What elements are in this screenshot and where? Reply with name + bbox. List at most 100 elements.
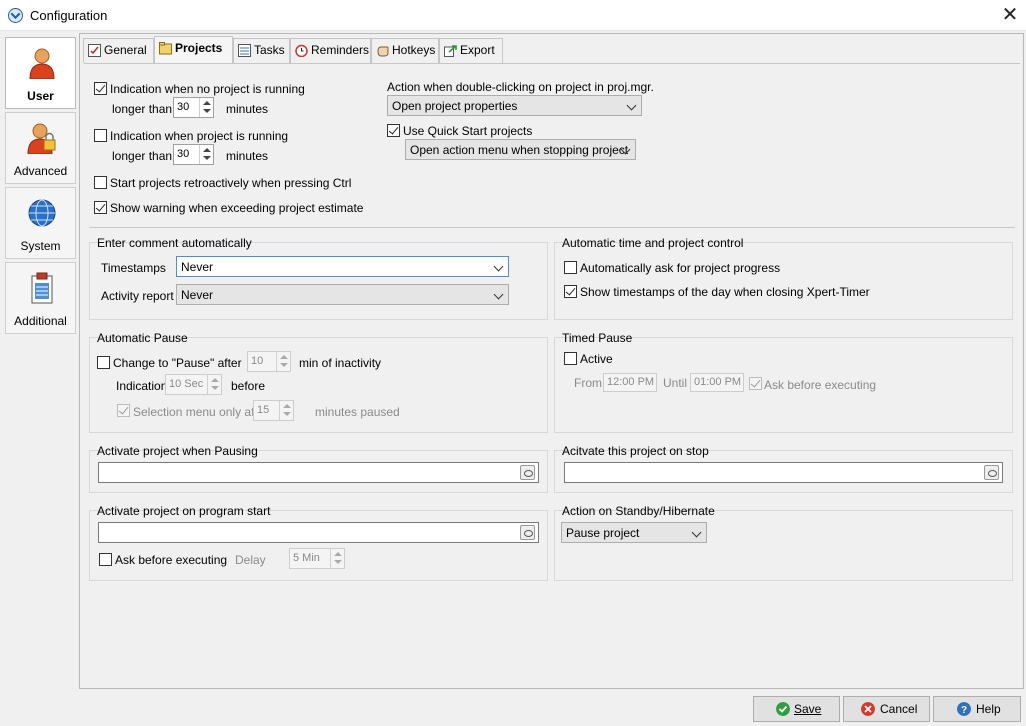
spinner-arrows-icon[interactable] bbox=[279, 401, 293, 420]
tab-label: Reminders bbox=[311, 43, 370, 57]
standby-group-title: Action on Standby/Hibernate bbox=[562, 504, 715, 518]
cancel-button[interactable]: Cancel bbox=[843, 696, 930, 722]
sidebar-item-label: System bbox=[20, 239, 61, 253]
spinner-arrows-icon[interactable] bbox=[276, 352, 290, 371]
spinner-value: 15 bbox=[257, 404, 270, 416]
sidebar-item-additional[interactable]: Additional bbox=[5, 262, 76, 334]
timed-ask-checkbox[interactable] bbox=[749, 377, 762, 390]
selection-menu-label: Selection menu only after bbox=[133, 405, 269, 419]
quick-start-checkbox[interactable] bbox=[387, 124, 400, 137]
spinner-value: 10 Sec bbox=[169, 378, 204, 390]
spinner-arrows-icon[interactable] bbox=[330, 549, 344, 568]
quick-start-dropdown[interactable]: Open action menu when stopping project bbox=[405, 139, 636, 160]
from-time-field[interactable]: 12:00 PM bbox=[603, 373, 657, 392]
tab-general[interactable]: General bbox=[83, 38, 154, 63]
selection-menu-checkbox[interactable] bbox=[117, 404, 130, 417]
help-label: Help bbox=[976, 702, 1001, 716]
dropdown-value: Open action menu when stopping project bbox=[410, 143, 629, 157]
dropdown-value: Never bbox=[181, 288, 214, 302]
tasks-icon bbox=[238, 44, 251, 57]
timed-pause-active-checkbox[interactable] bbox=[564, 352, 577, 365]
program-start-group bbox=[89, 510, 548, 581]
change-to-pause-checkbox[interactable] bbox=[97, 356, 110, 369]
delay-spinner[interactable]: 5 Min bbox=[289, 548, 345, 569]
program-start-group-title: Activate project on program start bbox=[97, 504, 271, 518]
activity-report-dropdown[interactable]: Never bbox=[176, 284, 509, 305]
no-project-minutes-spinner[interactable]: 30 bbox=[173, 97, 214, 118]
chevron-down-icon bbox=[691, 527, 702, 538]
stop-project-field[interactable] bbox=[564, 462, 1003, 483]
ask-progress-checkbox[interactable] bbox=[564, 261, 577, 274]
exceed-warning-checkbox[interactable] bbox=[94, 201, 107, 214]
sidebar-item-user[interactable]: User bbox=[5, 37, 76, 109]
retroactive-checkbox[interactable] bbox=[94, 176, 107, 189]
spinner-arrows-icon[interactable] bbox=[199, 98, 213, 117]
longer-than-label: longer than bbox=[112, 102, 173, 116]
tab-label: Tasks bbox=[254, 43, 285, 57]
program-start-project-field[interactable] bbox=[98, 522, 539, 543]
until-label: Until bbox=[663, 376, 688, 390]
sidebar: User Advanced System Additional bbox=[4, 34, 79, 690]
until-time-field[interactable]: 01:00 PM bbox=[690, 373, 744, 392]
project-picker-icon[interactable] bbox=[984, 465, 999, 480]
clipboard-icon bbox=[31, 272, 53, 304]
dropdown-value: Open project properties bbox=[392, 99, 518, 113]
cancel-label: Cancel bbox=[880, 702, 918, 716]
indication-seconds-spinner[interactable]: 10 Sec bbox=[165, 374, 222, 395]
auto-control-group bbox=[554, 242, 1013, 320]
activity-report-label: Activity report bbox=[101, 289, 174, 303]
tab-reminders[interactable]: Reminders bbox=[290, 38, 371, 63]
tab-hotkeys[interactable]: Hotkeys bbox=[371, 38, 439, 63]
tab-label: Projects bbox=[175, 41, 223, 55]
sidebar-item-system[interactable]: System bbox=[5, 187, 76, 259]
tab-export[interactable]: Export bbox=[439, 38, 503, 63]
chevron-down-icon bbox=[493, 261, 504, 272]
project-picker-icon[interactable] bbox=[520, 525, 535, 540]
inactivity-minutes-spinner[interactable]: 10 bbox=[247, 351, 291, 372]
project-minutes-spinner[interactable]: 30 bbox=[173, 144, 214, 165]
sidebar-item-advanced[interactable]: Advanced bbox=[5, 112, 76, 184]
indication-label: Indication bbox=[116, 379, 168, 393]
chevron-down-icon bbox=[493, 289, 504, 300]
stop-project-group-title: Acitvate this project on stop bbox=[562, 444, 709, 458]
hand-icon bbox=[377, 46, 389, 57]
standby-group bbox=[554, 510, 1013, 581]
svg-text:?: ? bbox=[961, 705, 967, 716]
spinner-arrows-icon[interactable] bbox=[199, 145, 213, 164]
comment-group bbox=[89, 242, 548, 320]
tab-tasks[interactable]: Tasks bbox=[233, 38, 290, 63]
advanced-user-icon bbox=[27, 123, 56, 154]
comment-group-title: Enter comment automatically bbox=[97, 236, 252, 250]
inactivity-label: min of inactivity bbox=[299, 356, 382, 370]
cancel-icon bbox=[861, 702, 875, 716]
minutes-label: minutes bbox=[226, 149, 269, 163]
auto-control-group-title: Automatic time and project control bbox=[562, 236, 744, 250]
close-icon[interactable]: ✕ bbox=[996, 2, 1024, 28]
timestamps-dropdown[interactable]: Never bbox=[176, 256, 509, 277]
program-start-ask-checkbox[interactable] bbox=[99, 553, 112, 566]
from-label: From bbox=[574, 376, 602, 390]
show-timestamps-checkbox[interactable] bbox=[564, 285, 577, 298]
pausing-project-field[interactable] bbox=[98, 462, 539, 483]
before-label: before bbox=[231, 379, 266, 393]
globe-icon bbox=[28, 199, 56, 227]
indication-no-project-checkbox[interactable] bbox=[94, 82, 107, 95]
save-label: Save bbox=[794, 702, 822, 716]
spinner-arrows-icon[interactable] bbox=[207, 375, 221, 394]
indication-no-project-label: Indication when no project is running bbox=[110, 82, 305, 96]
indication-project-checkbox[interactable] bbox=[94, 129, 107, 142]
pausing-project-group-title: Activate project when Pausing bbox=[97, 444, 258, 458]
save-button[interactable]: Save bbox=[753, 696, 840, 722]
double-click-action-dropdown[interactable]: Open project properties bbox=[387, 95, 642, 116]
tab-label: General bbox=[104, 43, 147, 57]
project-picker-icon[interactable] bbox=[520, 465, 535, 480]
sidebar-item-label: Advanced bbox=[13, 164, 68, 178]
help-icon: ? bbox=[957, 702, 971, 716]
tab-projects[interactable]: Projects bbox=[154, 36, 233, 63]
standby-action-dropdown[interactable]: Pause project bbox=[561, 522, 707, 543]
help-button[interactable]: ? Help bbox=[933, 696, 1021, 722]
paused-minutes-spinner[interactable]: 15 bbox=[253, 400, 294, 421]
timestamps-label: Timestamps bbox=[101, 261, 166, 275]
title-bar: Configuration ✕ bbox=[0, 0, 1026, 31]
export-icon bbox=[444, 45, 457, 57]
